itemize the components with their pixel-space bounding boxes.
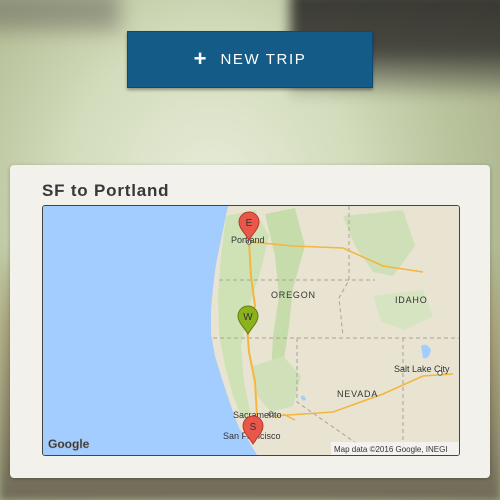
google-logo[interactable]: Google	[48, 437, 90, 451]
map-label-nevada: NEVADA	[337, 389, 378, 399]
trip-title: SF to Portland	[42, 181, 170, 200]
map-attribution[interactable]: Map data ©2016 Google, INEGI	[334, 445, 448, 454]
waypoint-marker-letter: W	[243, 312, 253, 323]
start-marker-letter: S	[250, 422, 257, 433]
end-marker-letter: E	[246, 218, 253, 229]
background-blur-shape	[0, 0, 120, 30]
route-map[interactable]: Portland OREGON IDAHO NEVADA Salt Lake C…	[42, 205, 460, 456]
new-trip-button[interactable]: + NEW TRIP	[127, 31, 373, 88]
plus-icon: +	[193, 45, 207, 71]
trip-card[interactable]: SF to Portland Portland OREGON IDAHO NEV…	[10, 165, 490, 478]
map-label-idaho: IDAHO	[395, 295, 428, 305]
new-trip-label: NEW TRIP	[220, 51, 307, 68]
map-canvas[interactable]: Portland OREGON IDAHO NEVADA Salt Lake C…	[43, 206, 459, 455]
map-label-oregon: OREGON	[271, 290, 316, 300]
map-label-salt-lake-city: Salt Lake City	[394, 364, 450, 374]
